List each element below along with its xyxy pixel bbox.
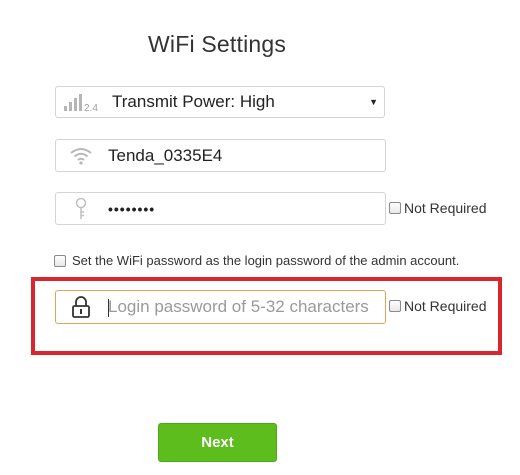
band-label: 2.4 — [84, 103, 98, 113]
wifi-password-not-required-label: Not Required — [404, 200, 487, 216]
use-wifi-password-as-admin-label: Set the WiFi password as the login passw… — [72, 253, 460, 268]
transmit-power-value: Transmit Power: High — [112, 92, 275, 111]
wifi-password-not-required-checkbox[interactable] — [389, 202, 401, 214]
wifi-password-not-required[interactable]: Not Required — [389, 200, 487, 216]
wifi-password-input[interactable]: •••••••• — [55, 192, 386, 225]
highlight-box — [31, 277, 502, 355]
chevron-down-icon: ▼ — [369, 97, 378, 107]
wifi-settings-page: WiFi Settings 2.4 Transmit Power: High ▼… — [0, 0, 520, 475]
page-title: WiFi Settings — [148, 31, 287, 57]
wifi-icon — [56, 140, 106, 171]
use-wifi-password-as-admin-option[interactable]: Set the WiFi password as the login passw… — [54, 253, 459, 268]
ssid-value: Tenda_0335E4 — [108, 145, 223, 165]
key-icon — [56, 193, 106, 224]
use-wifi-password-as-admin-checkbox[interactable] — [54, 254, 66, 267]
signal-bars-icon: 2.4 — [56, 87, 106, 117]
transmit-power-select[interactable]: 2.4 Transmit Power: High ▼ — [55, 86, 385, 118]
ssid-input[interactable]: Tenda_0335E4 — [55, 139, 386, 172]
wifi-password-value: •••••••• — [108, 200, 156, 217]
next-button[interactable]: Next — [158, 423, 277, 462]
